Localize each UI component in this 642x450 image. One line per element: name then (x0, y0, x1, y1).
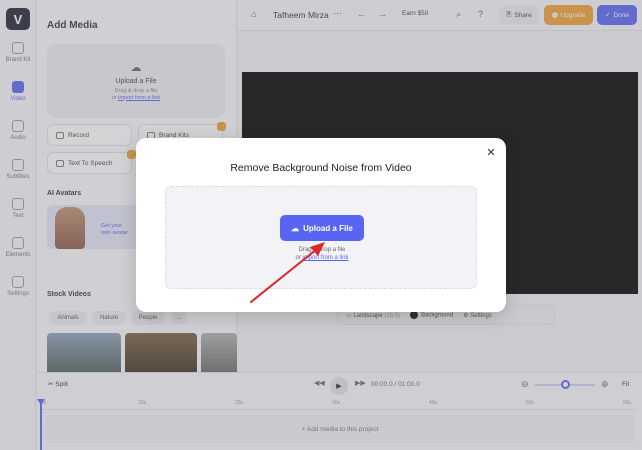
close-icon[interactable]: ✕ (484, 145, 498, 159)
modal-title: Remove Background Noise from Video (230, 162, 412, 174)
annotation-arrow (250, 242, 325, 303)
upload-button-label: Upload a File (303, 223, 353, 233)
cloud-upload-icon: ☁ (291, 223, 300, 233)
